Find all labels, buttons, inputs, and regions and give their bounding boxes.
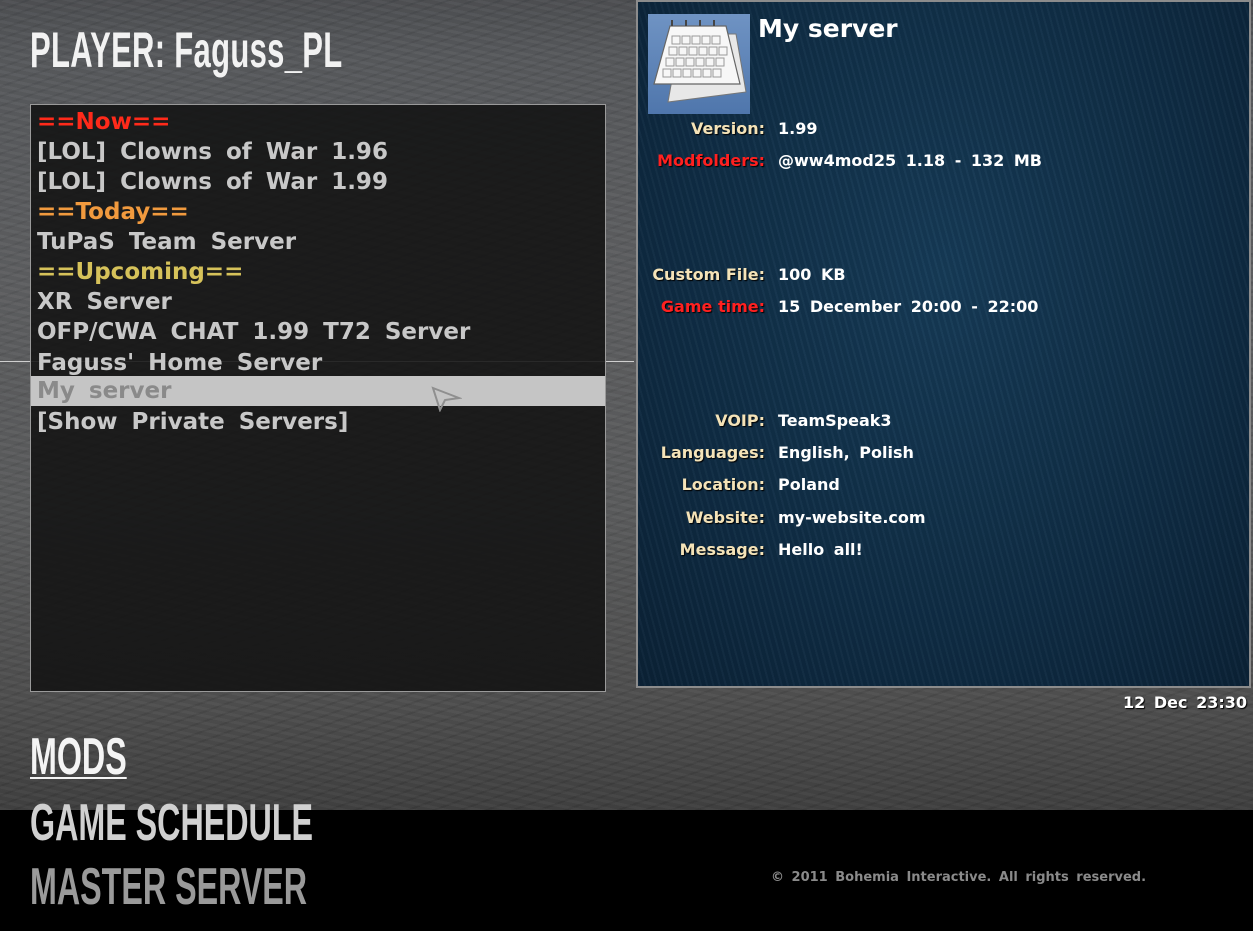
- server-list-panel: ==Now== [LOL] Clowns of War 1.96 [LOL] C…: [30, 104, 606, 692]
- detail-value: 15 December 20:00 - 22:00: [778, 297, 1039, 316]
- copyright: © 2011 Bohemia Interactive. All rights r…: [771, 870, 1147, 885]
- detail-label: Location:: [681, 475, 765, 494]
- detail-row-website: Website: my-website.com: [638, 505, 1249, 531]
- detail-value: Hello all!: [778, 540, 863, 559]
- list-item-show-private[interactable]: [Show Private Servers]: [31, 407, 605, 437]
- list-item-server[interactable]: [LOL] Clowns of War 1.96: [31, 137, 605, 167]
- detail-label: Message:: [679, 540, 765, 559]
- detail-row-languages: Languages: English, Polish: [638, 440, 1249, 466]
- detail-row-message: Message: Hello all!: [638, 537, 1249, 563]
- detail-row-game-time: Game time: 15 December 20:00 - 22:00: [638, 294, 1249, 320]
- list-header-now: ==Now==: [37, 109, 171, 135]
- detail-label: Game time:: [660, 297, 765, 316]
- clock: 12 Dec 23:30: [1123, 693, 1247, 712]
- detail-label: Modfolders:: [657, 151, 765, 170]
- menu-game-schedule[interactable]: GAME SCHEDULE: [30, 794, 313, 852]
- detail-label: Version:: [690, 119, 765, 138]
- detail-label: VOIP:: [715, 411, 765, 430]
- list-item-server[interactable]: XR Server: [31, 287, 605, 317]
- detail-value: @ww4mod25 1.18 - 132 MB: [778, 151, 1042, 170]
- details-title: My server: [758, 14, 898, 43]
- list-item-server[interactable]: TuPaS Team Server: [31, 227, 605, 257]
- detail-label: Website:: [685, 508, 765, 527]
- list-header-today: ==Today==: [37, 199, 189, 225]
- menu-mods[interactable]: MODS: [30, 728, 127, 786]
- detail-row-custom-file: Custom File: 100 KB: [638, 262, 1249, 288]
- detail-value: English, Polish: [778, 443, 914, 462]
- detail-value: 100 KB: [778, 265, 846, 284]
- calendar-icon: [648, 14, 750, 114]
- detail-row-voip: VOIP: TeamSpeak3: [638, 408, 1249, 434]
- detail-row-version: Version: 1.99: [638, 116, 1249, 142]
- mouse-cursor-icon: [431, 386, 462, 412]
- list-item-selected[interactable]: My server: [31, 376, 605, 406]
- detail-value[interactable]: my-website.com: [778, 505, 926, 531]
- list-item-server[interactable]: OFP/CWA CHAT 1.99 T72 Server: [31, 317, 605, 347]
- list-header-upcoming: ==Upcoming==: [37, 259, 244, 285]
- detail-row-modfolders: Modfolders: @ww4mod25 1.18 - 132 MB: [638, 148, 1249, 174]
- list-item-server[interactable]: Faguss' Home Server: [31, 348, 605, 378]
- server-details-panel: My server Version: 1.99 Modfolders: @ww4…: [636, 0, 1251, 688]
- detail-value: Poland: [778, 475, 840, 494]
- menu-master-server[interactable]: MASTER SERVER: [30, 858, 307, 916]
- player-title: PLAYER: Faguss_PL: [30, 22, 343, 78]
- detail-label: Custom File:: [652, 265, 765, 284]
- list-item-server[interactable]: [LOL] Clowns of War 1.99: [31, 167, 605, 197]
- detail-value: 1.99: [778, 119, 818, 138]
- detail-row-location: Location: Poland: [638, 472, 1249, 498]
- detail-value: TeamSpeak3: [778, 411, 892, 430]
- detail-label: Languages:: [660, 443, 765, 462]
